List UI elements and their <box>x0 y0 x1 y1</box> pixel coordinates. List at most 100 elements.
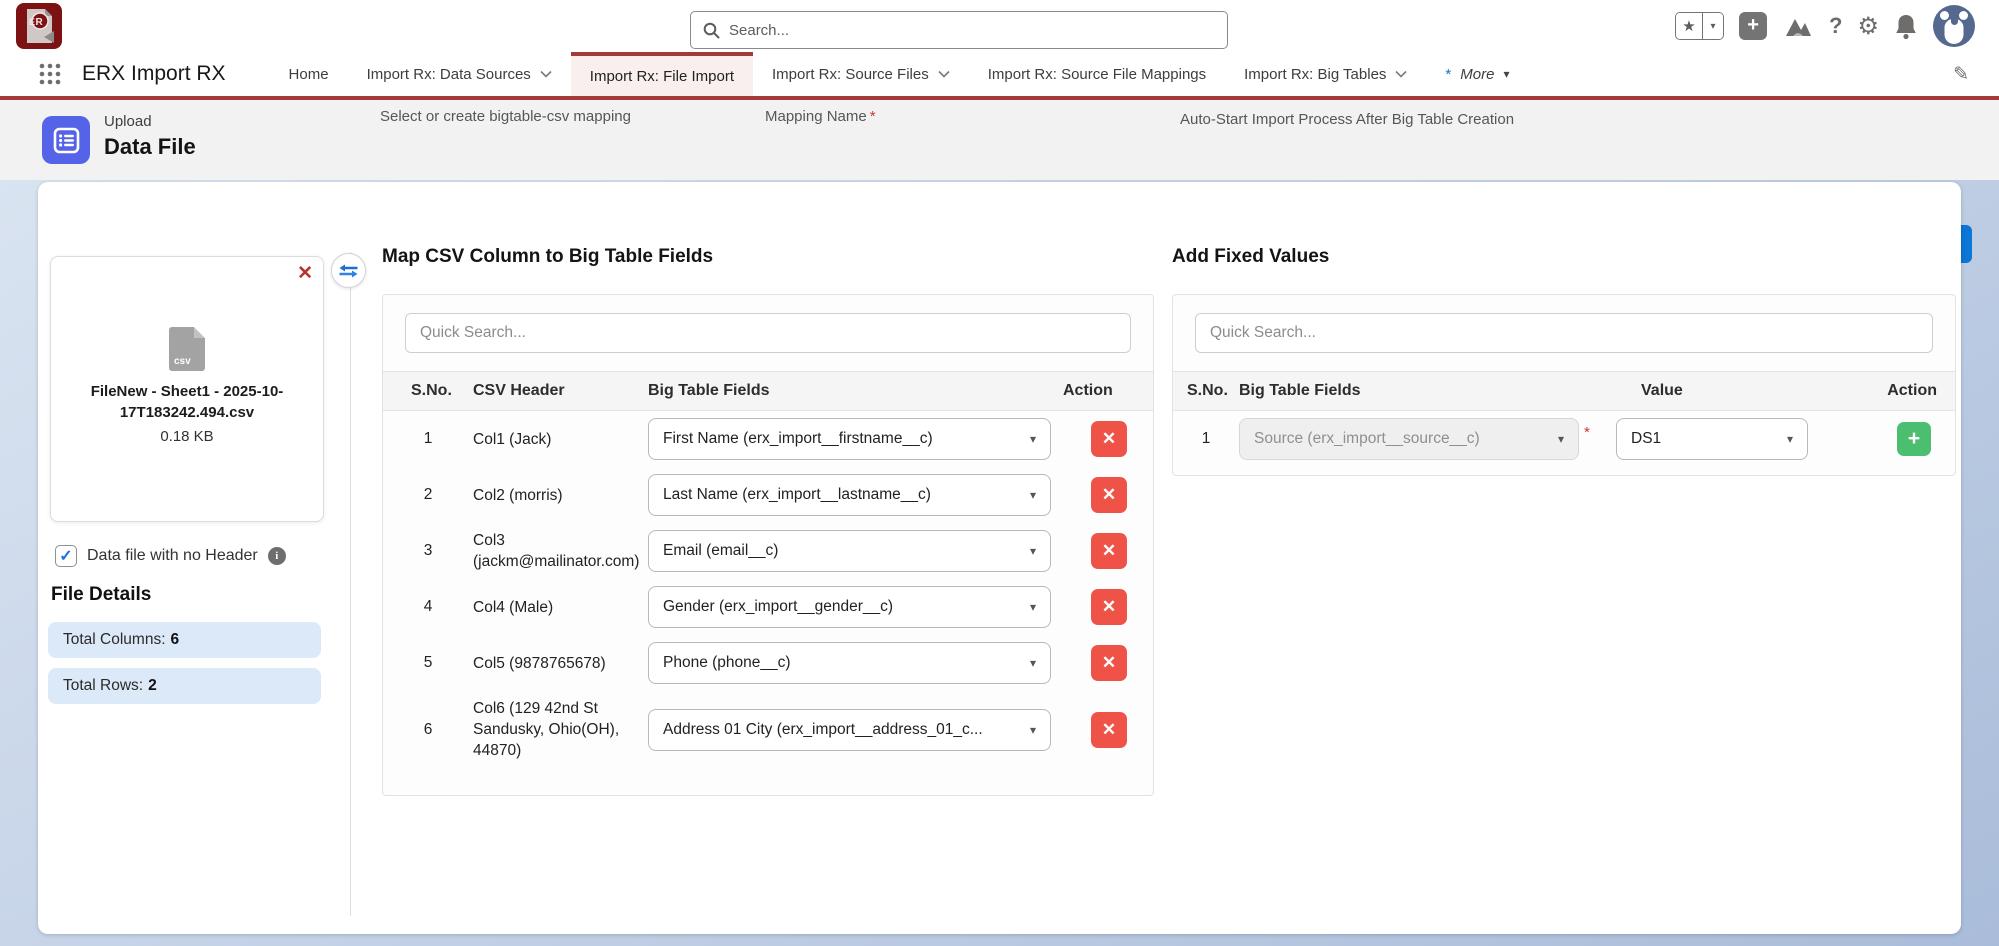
uploaded-file-card: ✕ csv FileNew - Sheet1 - 2025-10-17T1832… <box>50 256 324 522</box>
table-row: 1 Col1 (Jack) First Name (erx_import__fi… <box>383 411 1153 467</box>
notifications-bell-icon[interactable] <box>1894 13 1918 40</box>
big-table-field-select[interactable]: Phone (phone__c) ▾ <box>648 642 1051 684</box>
chevron-down-icon <box>938 70 950 78</box>
file-name: FileNew - Sheet1 - 2025-10-17T183242.494… <box>90 383 284 421</box>
more-caret-icon: ▾ <box>1503 67 1510 81</box>
tab-source-file-mappings[interactable]: Import Rx: Source File Mappings <box>969 52 1225 96</box>
fixed-values-section-title: Add Fixed Values <box>1172 246 1330 267</box>
data-file-icon <box>42 116 90 164</box>
content-card: ✕ csv FileNew - Sheet1 - 2025-10-17T1832… <box>38 182 1961 934</box>
big-table-field-select[interactable]: Email (email__c) ▾ <box>648 530 1051 572</box>
svg-text:E: E <box>29 17 35 27</box>
app-nav-bar: ERX Import RX Home Import Rx: Data Sourc… <box>0 52 1999 96</box>
table-row: 1 Source (erx_import__source__c) ▾ * DS1 <box>1173 411 1955 467</box>
csv-file-icon: csv <box>169 327 205 371</box>
delete-mapping-button[interactable]: ✕ <box>1091 645 1127 681</box>
required-marker: * <box>1584 423 1590 441</box>
tab-file-import[interactable]: Import Rx: File Import <box>570 52 753 96</box>
fixed-value-select[interactable]: DS1 ▾ <box>1616 418 1808 460</box>
table-row: 6 Col6 (129 42nd St Sandusky, Ohio(OH), … <box>383 691 1153 768</box>
setup-gear-icon[interactable]: ⚙ <box>1857 12 1879 41</box>
nav-tabs: Home Import Rx: Data Sources Import Rx: … <box>270 52 1954 96</box>
chevron-down-icon <box>1395 70 1407 78</box>
tab-data-sources[interactable]: Import Rx: Data Sources <box>348 52 571 96</box>
remove-file-icon[interactable]: ✕ <box>297 262 313 285</box>
delete-mapping-button[interactable]: ✕ <box>1091 589 1127 625</box>
no-header-option: ✓ Data file with no Header i <box>55 545 286 567</box>
big-table-field-select[interactable]: First Name (erx_import__firstname__c) ▾ <box>648 418 1051 460</box>
header-actions: ★ ▾ + ? ⚙ <box>1675 0 1975 52</box>
mapping-table-header: S.No. CSV Header Big Table Fields Action <box>383 371 1153 411</box>
delete-mapping-button[interactable]: ✕ <box>1091 533 1127 569</box>
tab-home[interactable]: Home <box>270 52 348 96</box>
dropdown-caret-icon: ▾ <box>1029 488 1036 502</box>
dropdown-caret-icon: ▾ <box>1029 600 1036 614</box>
csv-file-extension: csv <box>174 356 191 367</box>
temporary-tab-marker: * <box>1445 65 1452 83</box>
app-logo-icon[interactable]: E R <box>16 3 62 49</box>
svg-text:R: R <box>36 17 44 28</box>
app-launcher-icon[interactable] <box>38 62 62 86</box>
dropdown-caret-icon: ▾ <box>1786 432 1793 446</box>
page-title: Data File <box>104 134 196 159</box>
fixed-values-quick-search-input[interactable] <box>1195 313 1933 353</box>
main-content: ✕ csv FileNew - Sheet1 - 2025-10-17T1832… <box>0 180 1999 946</box>
search-icon <box>703 22 720 38</box>
dropdown-caret-icon: ▾ <box>1029 656 1036 670</box>
swap-arrows-icon <box>339 264 358 277</box>
table-row: 5 Col5 (9878765678) Phone (phone__c) ▾ ✕ <box>383 635 1153 691</box>
page-header: Upload Data File Select or create bigtab… <box>0 100 1999 263</box>
favorites-star-icon[interactable]: ★ <box>1676 13 1704 39</box>
table-row: 4 Col4 (Male) Gender (erx_import__gender… <box>383 579 1153 635</box>
mapping-section-title: Map CSV Column to Big Table Fields <box>382 246 714 267</box>
total-rows-pill: Total Rows: 2 <box>48 668 321 704</box>
delete-mapping-button[interactable]: ✕ <box>1091 477 1127 513</box>
global-header: E R ★ ▾ + ? ⚙ <box>0 0 1999 52</box>
required-marker: * <box>869 108 876 125</box>
trailhead-icon[interactable] <box>1782 13 1814 39</box>
total-columns-pill: Total Columns: 6 <box>48 622 321 658</box>
table-row: 2 Col2 (morris) Last Name (erx_import__l… <box>383 467 1153 523</box>
tab-more[interactable]: * More ▾ <box>1426 52 1528 96</box>
collapse-panel-button[interactable] <box>331 253 366 288</box>
global-search[interactable] <box>690 11 1228 49</box>
no-header-label: Data file with no Header <box>87 547 258 564</box>
check-icon: ✓ <box>59 548 73 565</box>
add-fixed-value-button[interactable]: + <box>1897 422 1931 456</box>
avatar-face <box>1944 19 1964 44</box>
no-header-checkbox[interactable]: ✓ <box>55 545 77 567</box>
global-actions-icon[interactable]: + <box>1739 12 1768 40</box>
edit-nav-pencil-icon[interactable]: ✎ <box>1953 63 1969 86</box>
fixed-values-table-header: S.No. Big Table Fields Value Action <box>1173 371 1955 411</box>
mapping-panel: S.No. CSV Header Big Table Fields Action… <box>382 294 1154 796</box>
big-table-field-select[interactable]: Gender (erx_import__gender__c) ▾ <box>648 586 1051 628</box>
file-size: 0.18 KB <box>160 428 214 445</box>
tab-big-tables[interactable]: Import Rx: Big Tables <box>1225 52 1426 96</box>
tab-source-files[interactable]: Import Rx: Source Files <box>753 52 969 96</box>
mapping-table-body: 1 Col1 (Jack) First Name (erx_import__fi… <box>383 411 1153 768</box>
fixed-field-select[interactable]: Source (erx_import__source__c) ▾ <box>1239 418 1579 460</box>
app-name: ERX Import RX <box>82 62 226 85</box>
mapping-quick-search-input[interactable] <box>405 313 1131 353</box>
erx-document-icon: E R <box>27 9 54 43</box>
delete-mapping-button[interactable]: ✕ <box>1091 711 1127 748</box>
big-table-field-select[interactable]: Address 01 City (erx_import__address_01_… <box>648 708 1051 751</box>
file-details-title: File Details <box>51 584 152 605</box>
user-avatar[interactable] <box>1933 5 1975 47</box>
panel-divider <box>350 252 351 916</box>
mapping-select-label: Select or create bigtable-csv mapping <box>380 108 631 125</box>
info-icon[interactable]: i <box>267 547 286 565</box>
help-icon[interactable]: ? <box>1829 13 1842 39</box>
dropdown-caret-icon: ▾ <box>1029 544 1036 558</box>
search-input[interactable] <box>729 21 1215 39</box>
big-table-field-select[interactable]: Last Name (erx_import__lastname__c) ▾ <box>648 474 1051 516</box>
fixed-values-panel: S.No. Big Table Fields Value Action 1 So… <box>1172 294 1956 476</box>
app-window: E R ★ ▾ + ? ⚙ <box>0 0 1999 946</box>
dropdown-caret-icon: ▾ <box>1029 722 1036 737</box>
delete-mapping-button[interactable]: ✕ <box>1091 421 1127 457</box>
total-columns-value: 6 <box>170 631 180 648</box>
mapping-name-label: Mapping Name * <box>765 108 876 125</box>
dropdown-caret-icon: ▾ <box>1029 432 1036 446</box>
favorites-caret-icon[interactable]: ▾ <box>1703 13 1724 39</box>
fixed-values-table-body: 1 Source (erx_import__source__c) ▾ * DS1 <box>1173 411 1955 467</box>
